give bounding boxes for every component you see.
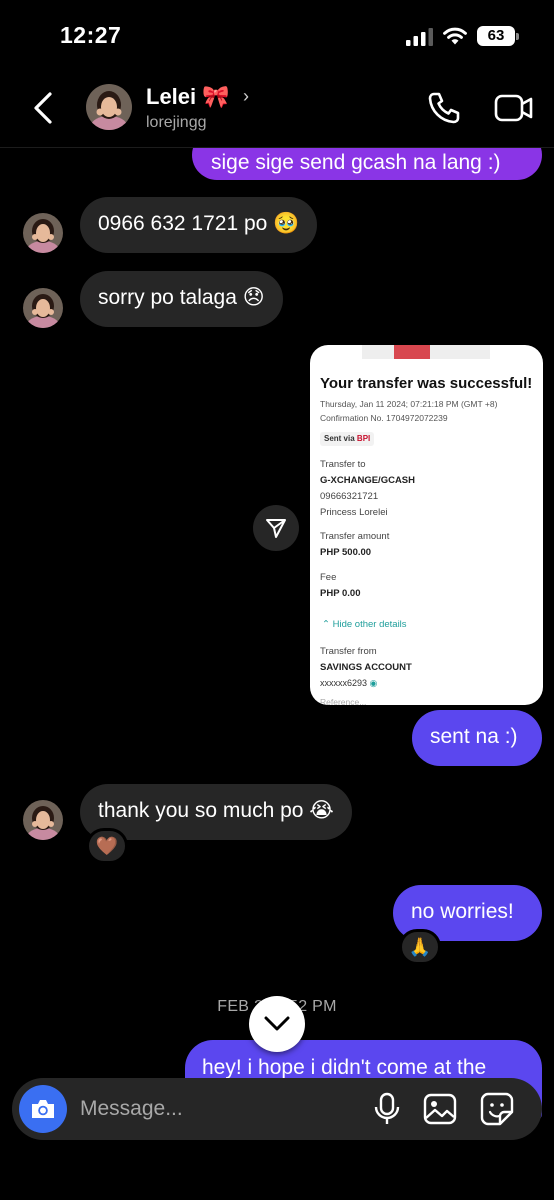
gallery-icon[interactable] (423, 1093, 457, 1125)
camera-button[interactable] (19, 1085, 67, 1133)
bank-logo: BPI (356, 434, 371, 443)
message-bubble-outgoing[interactable]: sent na :) (412, 710, 542, 766)
battery-indicator: 63 (477, 26, 519, 46)
account-number: xxxxxx6293 (320, 678, 368, 688)
message-text: sige sige send gcash na lang :) (211, 151, 501, 174)
message-bubble-outgoing[interactable]: sige sige send gcash na lang :) (192, 148, 542, 180)
receipt-confirmation: Confirmation No. 1704972072239 (320, 413, 448, 423)
message-bubble-incoming[interactable]: 0966 632 1721 po 🥹 (80, 197, 318, 253)
receipt-fee-value: PHP 0.00 (320, 588, 361, 599)
sticker-icon[interactable] (480, 1092, 514, 1126)
message-input[interactable] (80, 1094, 360, 1124)
signal-icon (406, 28, 433, 46)
receipt-transfer-from-label: Transfer from (320, 646, 377, 657)
avatar[interactable] (23, 213, 63, 253)
reaction-badge[interactable]: 🤎 (86, 828, 128, 864)
chevron-down-icon (264, 1016, 290, 1031)
receipt-title: Your transfer was successful! (320, 375, 533, 392)
status-bar: 12:27 63 (0, 0, 554, 70)
chevron-right-icon[interactable]: › (243, 86, 249, 107)
sent-via-label: Sent via (324, 434, 355, 443)
receipt-fee-label: Fee (320, 572, 337, 583)
share-button[interactable] (253, 505, 299, 551)
receipt-transfer-to-number: 09666321721 (320, 491, 379, 502)
receipt-transfer-from-account: SAVINGS ACCOUNT (320, 662, 412, 673)
avatar[interactable] (23, 288, 63, 328)
transfer-receipt-image[interactable]: Your transfer was successful! Thursday, … (310, 345, 543, 705)
receipt-datetime: Thursday, Jan 11 2024; 07:21:18 PM (GMT … (320, 399, 498, 409)
back-arrow-icon[interactable] (28, 90, 62, 126)
receipt-amount-value: PHP 500.00 (320, 547, 372, 558)
receipt-recipient: Princess Lorelei (320, 507, 388, 518)
hide-details-text: Hide other details (332, 619, 407, 630)
message-text: no worries! (411, 900, 514, 923)
camera-icon (32, 1100, 54, 1118)
status-time: 12:27 (60, 22, 122, 48)
receipt-amount-label: Transfer amount (320, 531, 390, 542)
receipt-header-graphic (362, 345, 490, 359)
receipt-transfer-from-number: xxxxxx6293 ◉ (320, 678, 377, 689)
reaction-badge[interactable]: 🙏 (399, 929, 441, 965)
message-bubble-incoming[interactable]: sorry po talaga 😞 (80, 271, 283, 327)
share-icon (266, 519, 286, 538)
contact-name[interactable]: Lelei 🎀 (146, 84, 230, 110)
reaction-emoji: 🤎 (95, 835, 119, 856)
video-camera-icon[interactable] (494, 90, 534, 126)
message-composer (12, 1078, 542, 1140)
receipt-transfer-to-name: G-XCHANGE/GCASH (320, 475, 416, 486)
receipt-transfer-to-label: Transfer to (320, 459, 366, 470)
avatar[interactable] (23, 800, 63, 840)
message-text: sorry po talaga 😞 (98, 286, 265, 309)
avatar[interactable] (86, 84, 132, 130)
message-text: sent na :) (430, 725, 518, 748)
reaction-emoji: 🙏 (408, 936, 432, 957)
receipt-reference-partial: Reference... (320, 697, 367, 705)
message-thread[interactable]: sige sige send gcash na lang :) 0966 632… (0, 148, 554, 1200)
message-text: thank you so much po 😭 (98, 799, 334, 822)
message-text: hey! i hope i didn't come at the (202, 1056, 487, 1079)
eye-icon: ◉ (369, 678, 378, 688)
contact-handle[interactable]: lorejingg (146, 114, 206, 132)
wifi-icon (443, 27, 467, 45)
microphone-icon[interactable] (372, 1092, 402, 1126)
phone-icon[interactable] (426, 90, 462, 126)
hide-details-link: ⌃ Hide other details (322, 619, 407, 630)
scroll-to-bottom-button[interactable] (249, 996, 305, 1052)
message-text: 0966 632 1721 po 🥹 (98, 212, 300, 235)
chat-header: Lelei 🎀 › lorejingg (0, 70, 554, 148)
sent-via-badge: Sent via BPI (320, 432, 375, 446)
